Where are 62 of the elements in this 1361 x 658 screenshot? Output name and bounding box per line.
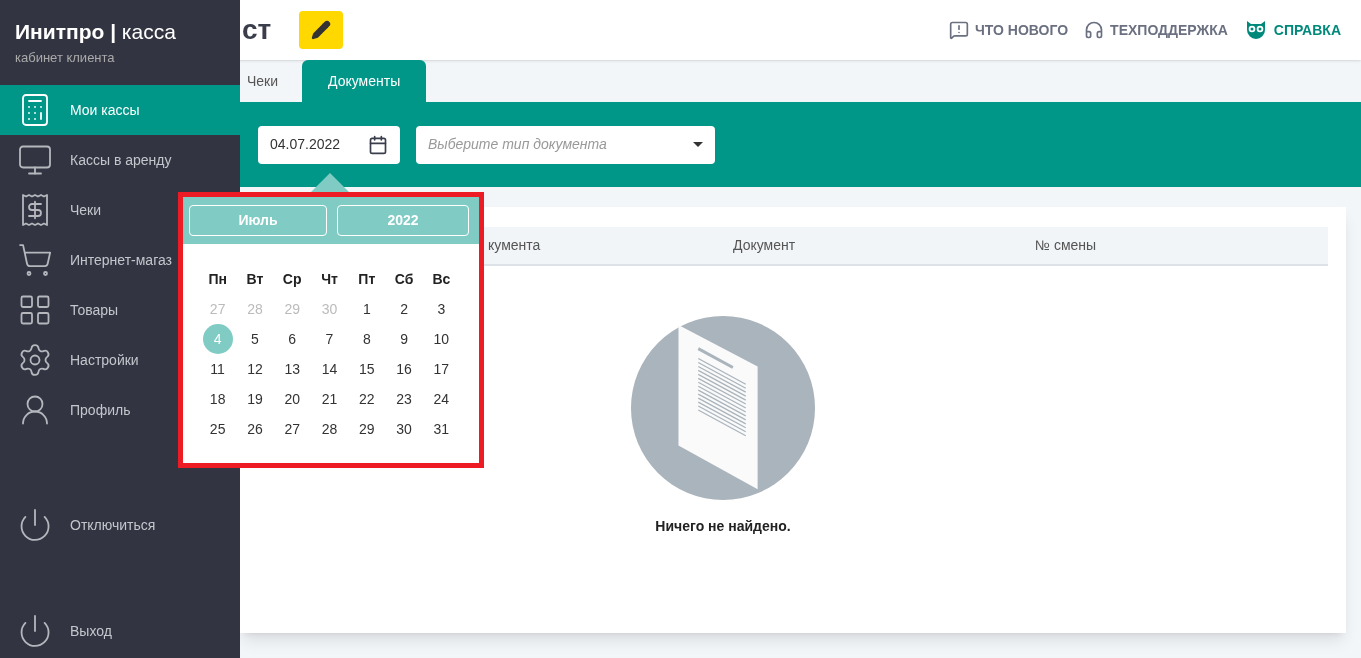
- weekday-label: Вт: [245, 269, 265, 289]
- weekday-label: Ср: [281, 269, 303, 289]
- calendar-day[interactable]: 10: [426, 324, 457, 354]
- pencil-icon: [311, 20, 332, 40]
- calendar-day[interactable]: 18: [202, 384, 233, 414]
- calendar-day[interactable]: 11: [202, 354, 233, 384]
- calendar-day[interactable]: 12: [239, 354, 270, 384]
- calendar-day[interactable]: 29: [351, 414, 382, 444]
- calendar-day[interactable]: 17: [426, 354, 457, 384]
- date-field[interactable]: 04.07.2022: [258, 125, 400, 164]
- empty-message: Ничего не найдено.: [655, 517, 791, 536]
- column-header: кумента: [488, 236, 541, 255]
- calendar-day[interactable]: 25: [202, 414, 233, 444]
- sidebar-item[interactable]: Кассы в аренду: [0, 135, 240, 185]
- calendar-day[interactable]: 20: [277, 384, 308, 414]
- calendar-icon: [368, 134, 388, 155]
- calendar-day[interactable]: 2: [389, 294, 420, 324]
- calendar-day[interactable]: 21: [314, 384, 345, 414]
- sidebar-item[interactable]: Выход: [0, 606, 240, 656]
- calendar-day[interactable]: 7: [314, 324, 345, 354]
- calendar-day[interactable]: 28: [314, 414, 345, 444]
- brand-subtitle: кабинет клиента: [15, 48, 116, 67]
- weekday-label: Сб: [393, 269, 415, 289]
- popover-pointer: [310, 173, 350, 193]
- page-title: ст: [242, 13, 272, 47]
- weekday-label: Пт: [357, 269, 377, 289]
- sidebar-item[interactable]: Мои кассы: [0, 85, 240, 135]
- calendar-day[interactable]: 16: [389, 354, 420, 384]
- calendar-day[interactable]: 1: [351, 294, 382, 324]
- calendar-day[interactable]: 3: [426, 294, 457, 324]
- calendar-day[interactable]: 19: [239, 384, 270, 414]
- brand-logo: Инитпро | касса: [15, 19, 177, 45]
- tab[interactable]: Чеки: [240, 60, 303, 102]
- header-link[interactable]: СПРАВКА: [1243, 18, 1341, 42]
- edit-button[interactable]: [299, 11, 344, 49]
- sidebar-item[interactable]: Отключиться: [0, 500, 240, 550]
- calendar-day[interactable]: 14: [314, 354, 345, 384]
- caret-icon: [693, 142, 703, 147]
- weekday-label: Пн: [207, 269, 228, 289]
- message-alert-icon: [948, 20, 969, 40]
- calendar-day[interactable]: 5: [239, 324, 270, 354]
- weekday-label: Вс: [431, 269, 452, 289]
- column-header: Документ: [733, 236, 796, 255]
- header-link[interactable]: ТЕХПОДДЕРЖКА: [1084, 19, 1228, 41]
- calendar-day[interactable]: 24: [426, 384, 457, 414]
- headset-icon: [1084, 20, 1105, 40]
- calendar-day[interactable]: 6: [277, 324, 308, 354]
- column-header: № смены: [1035, 236, 1097, 255]
- calendar-day[interactable]: 26: [239, 414, 270, 444]
- shopping-cart-icon: [17, 242, 53, 278]
- weekday-label: Чт: [320, 269, 339, 289]
- calendar-day[interactable]: 23: [389, 384, 420, 414]
- header-link[interactable]: ЧТО НОВОГО: [948, 19, 1069, 41]
- calendar-day[interactable]: 30: [389, 414, 420, 444]
- calendar-day[interactable]: 13: [277, 354, 308, 384]
- calendar-day[interactable]: 31: [426, 414, 457, 444]
- calendar-day[interactable]: 15: [351, 354, 382, 384]
- calendar-day[interactable]: 8: [351, 324, 382, 354]
- tab[interactable]: Документы: [302, 60, 427, 102]
- calendar-day[interactable]: 22: [351, 384, 382, 414]
- calendar-day[interactable]: 27: [277, 414, 308, 444]
- calendar-day[interactable]: 9: [389, 324, 420, 354]
